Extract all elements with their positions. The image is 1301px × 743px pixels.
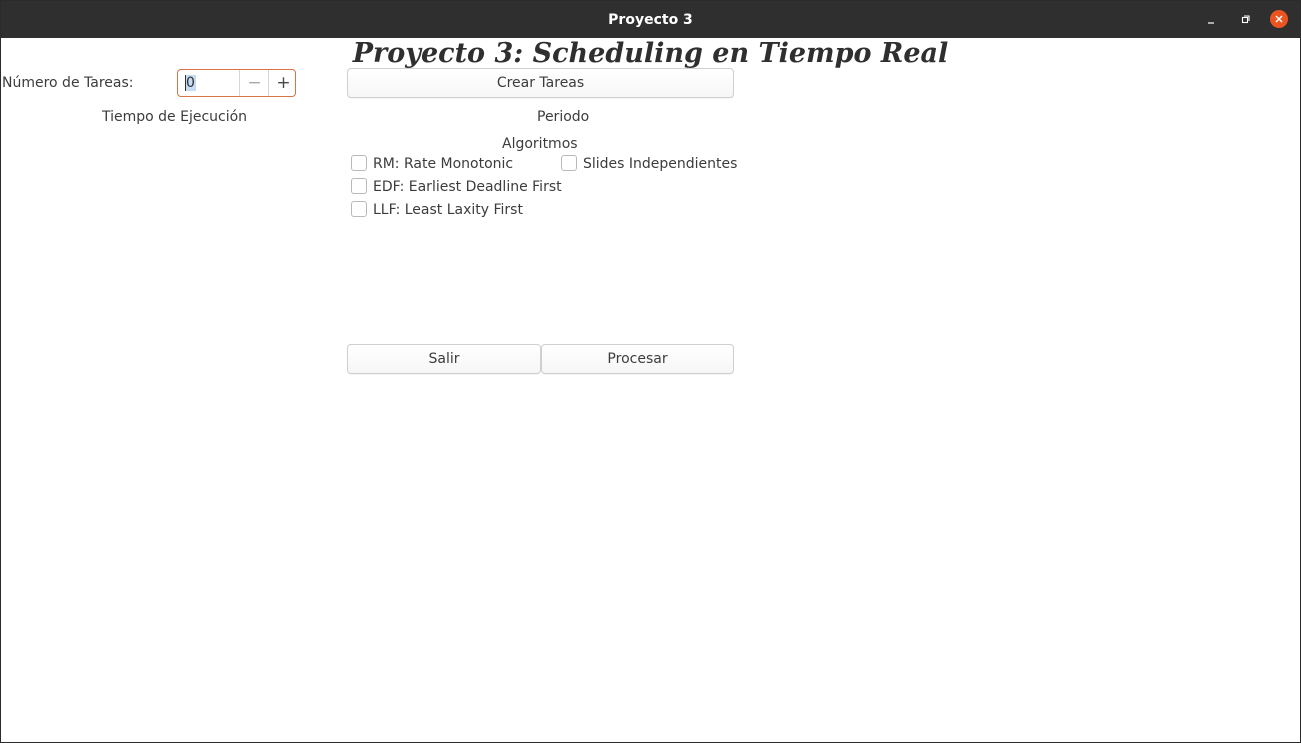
- checkbox-rm[interactable]: RM: Rate Monotonic: [351, 154, 551, 174]
- maximize-button[interactable]: [1235, 9, 1255, 29]
- checkbox-box[interactable]: [561, 155, 577, 171]
- checkbox-edf[interactable]: EDF: Earliest Deadline First: [351, 177, 571, 197]
- period-header: Periodo: [537, 109, 590, 125]
- exit-button[interactable]: Salir: [347, 344, 541, 374]
- task-count-stepper[interactable]: 0 − +: [177, 69, 296, 97]
- checkbox-slides-independientes[interactable]: Slides Independientes: [561, 154, 741, 174]
- main-content: Proyecto 3: Scheduling en Tiempo Real Nú…: [1, 38, 1300, 742]
- checkbox-label: LLF: Least Laxity First: [373, 202, 523, 218]
- maximize-icon: [1241, 15, 1250, 24]
- checkbox-box[interactable]: [351, 201, 367, 217]
- close-icon: [1275, 15, 1283, 23]
- checkbox-llf[interactable]: LLF: Least Laxity First: [351, 200, 551, 220]
- task-count-label: Número de Tareas:: [2, 75, 134, 91]
- window-title: Proyecto 3: [608, 12, 693, 28]
- text-caret: [185, 75, 186, 91]
- close-button[interactable]: [1269, 9, 1289, 29]
- checkbox-label: Slides Independientes: [583, 156, 738, 172]
- create-tasks-button[interactable]: Crear Tareas: [347, 68, 734, 98]
- checkbox-box[interactable]: [351, 178, 367, 194]
- increment-button[interactable]: +: [268, 70, 295, 96]
- title-bar[interactable]: Proyecto 3: [1, 1, 1300, 38]
- app-window: Proyecto 3 Proyecto 3: Scheduling en Tie…: [0, 0, 1301, 743]
- minimize-icon: [1208, 22, 1214, 24]
- minimize-button[interactable]: [1201, 9, 1221, 29]
- checkbox-label: EDF: Earliest Deadline First: [373, 179, 562, 195]
- exec-time-header: Tiempo de Ejecución: [102, 109, 248, 125]
- task-count-input[interactable]: 0: [185, 75, 196, 91]
- decrement-button[interactable]: −: [239, 70, 269, 96]
- checkbox-box[interactable]: [351, 155, 367, 171]
- process-button[interactable]: Procesar: [541, 344, 734, 374]
- algorithms-header: Algoritmos: [502, 136, 578, 152]
- checkbox-label: RM: Rate Monotonic: [373, 156, 514, 172]
